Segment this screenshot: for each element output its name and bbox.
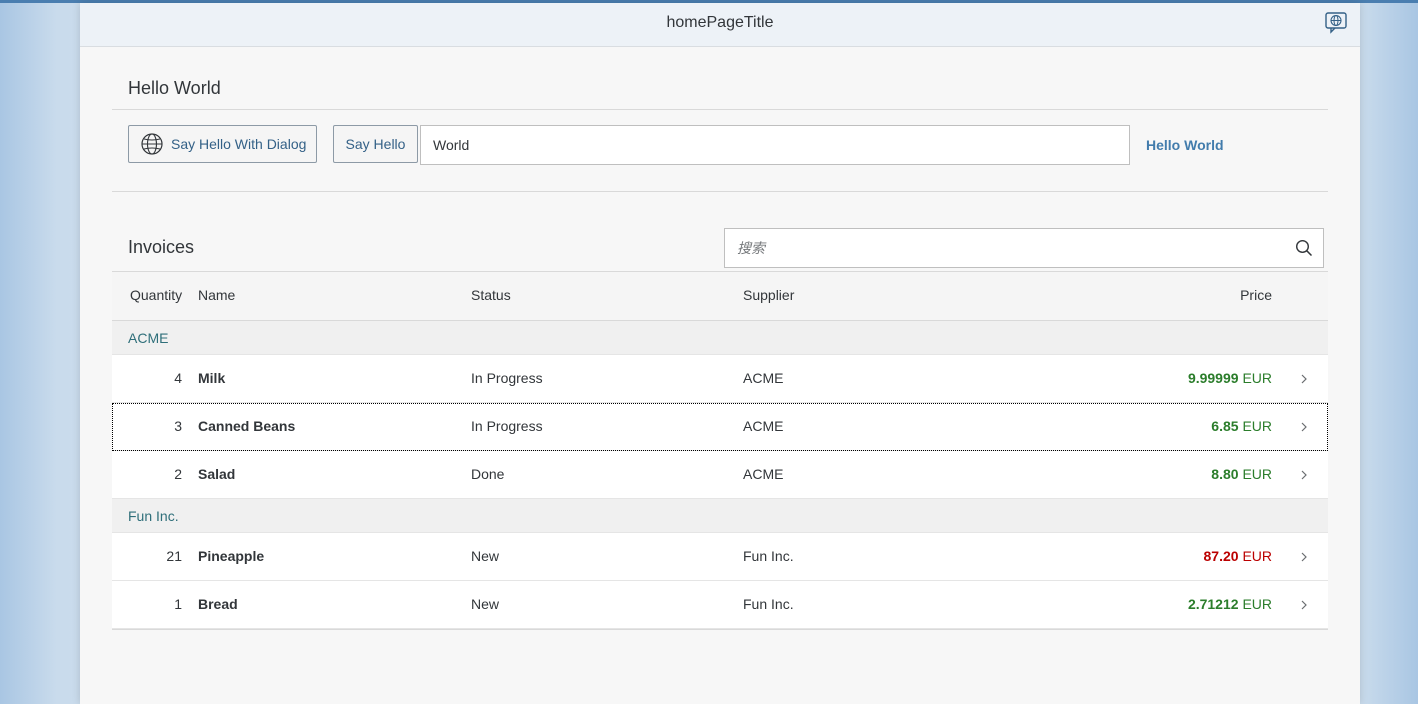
divider	[112, 109, 1328, 110]
currency: EUR	[1242, 466, 1272, 482]
table-row[interactable]: 21 Pineapple New Fun Inc. 87.20 EUR	[112, 533, 1328, 581]
table-bottom-border	[112, 629, 1328, 630]
name-cell: Canned Beans	[198, 418, 296, 434]
group-label: Fun Inc.	[128, 508, 179, 524]
price-cell: 6.85 EUR	[1211, 418, 1272, 434]
name-cell: Salad	[198, 466, 236, 482]
quantity-cell: 2	[174, 466, 182, 482]
chevron-right-icon	[1301, 600, 1307, 610]
quantity-cell: 4	[174, 370, 182, 386]
currency: EUR	[1242, 596, 1272, 612]
chevron-right-icon	[1301, 470, 1307, 480]
table-header: Quantity Name Status Supplier Price	[112, 271, 1328, 321]
status-cell: Done	[471, 466, 505, 482]
search-input[interactable]	[725, 229, 1285, 267]
table-row[interactable]: 1 Bread New Fun Inc. 2.71212 EUR	[112, 581, 1328, 629]
chevron-right-icon	[1301, 552, 1307, 562]
search-field	[724, 228, 1324, 268]
hello-text: Hello World	[1146, 137, 1224, 153]
name-input[interactable]	[420, 125, 1130, 165]
price-value: 2.71212	[1187, 596, 1239, 612]
price-cell: 87.20 EUR	[1204, 548, 1273, 564]
globe-icon[interactable]	[1325, 12, 1347, 34]
invoices-title: Invoices	[128, 237, 195, 257]
column-header-price: Price	[1240, 287, 1272, 303]
table-row[interactable]: 4 Milk In Progress ACME 9.99999 EUR	[112, 355, 1328, 403]
supplier-cell: ACME	[743, 466, 784, 482]
name-cell: Milk	[198, 370, 226, 386]
status-cell: In Progress	[471, 418, 543, 434]
status-cell: In Progress	[471, 370, 543, 386]
price-value: 6.85	[1211, 418, 1239, 434]
search-icon[interactable]	[1295, 239, 1313, 257]
name-cell: Pineapple	[198, 548, 265, 564]
price-value: 87.20	[1203, 548, 1239, 564]
price-value: 9.99999	[1187, 370, 1239, 386]
table-row[interactable]: 2 Salad Done ACME 8.80 EUR	[112, 451, 1328, 499]
column-header-name: Name	[198, 287, 236, 303]
group-label: ACME	[128, 330, 169, 346]
table-row[interactable]: 3 Canned Beans In Progress ACME 6.85 EUR	[112, 403, 1328, 451]
say-hello-button[interactable]: Say Hello	[333, 125, 418, 163]
page-title: homePageTitle	[666, 14, 774, 31]
supplier-cell: ACME	[743, 370, 784, 386]
quantity-cell: 3	[174, 418, 182, 434]
quantity-cell: 1	[174, 596, 182, 612]
group-header: ACME	[112, 321, 1328, 355]
name-cell: Bread	[198, 596, 238, 612]
say-hello-dialog-label: Say Hello With Dialog	[171, 136, 307, 152]
price-cell: 8.80 EUR	[1211, 466, 1272, 482]
divider	[112, 191, 1328, 192]
panel-title: Hello World	[128, 78, 221, 98]
currency: EUR	[1242, 548, 1272, 564]
chevron-right-icon	[1301, 422, 1307, 432]
status-cell: New	[471, 548, 500, 564]
group-header: Fun Inc.	[112, 499, 1328, 533]
supplier-cell: ACME	[743, 418, 784, 434]
app-shell: homePageTitle Hello World Say Hello With…	[80, 3, 1360, 704]
globe-icon	[141, 133, 163, 155]
currency: EUR	[1242, 418, 1272, 434]
column-header-quantity: Quantity	[130, 287, 183, 303]
currency: EUR	[1242, 370, 1272, 386]
column-header-status: Status	[471, 287, 511, 303]
supplier-cell: Fun Inc.	[743, 548, 794, 564]
invoices-table: Quantity Name Status Supplier Price ACME…	[112, 271, 1328, 630]
price-value: 8.80	[1211, 466, 1239, 482]
say-hello-dialog-button[interactable]: Say Hello With Dialog	[128, 125, 317, 163]
chevron-right-icon	[1301, 374, 1307, 384]
price-cell: 9.99999 EUR	[1188, 370, 1272, 386]
supplier-cell: Fun Inc.	[743, 596, 794, 612]
status-cell: New	[471, 596, 500, 612]
column-header-supplier: Supplier	[743, 287, 795, 303]
quantity-cell: 21	[166, 548, 182, 564]
shell-header: homePageTitle	[80, 3, 1360, 47]
price-cell: 2.71212 EUR	[1188, 596, 1272, 612]
